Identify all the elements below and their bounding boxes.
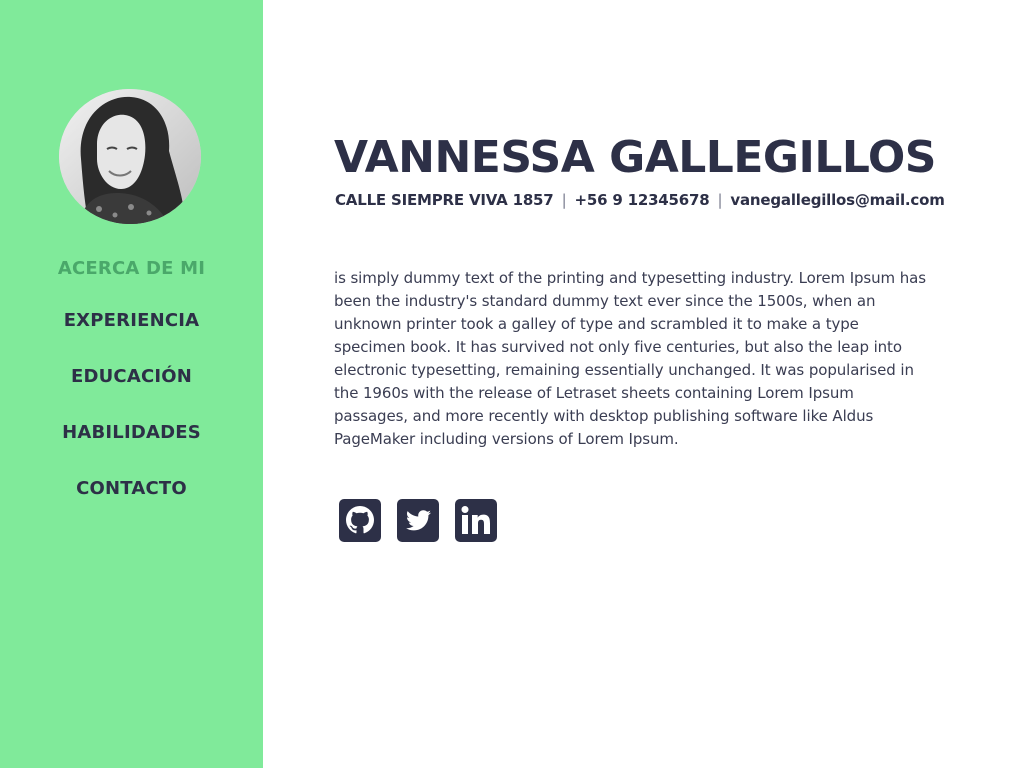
contact-line: CALLE SIEMPRE VIVA 1857 | +56 9 12345678…	[335, 190, 945, 210]
twitter-link[interactable]	[397, 499, 439, 542]
sidebar: ACERCA DE MI EXPERIENCIA EDUCACIÓN HABIL…	[0, 0, 263, 768]
separator: |	[717, 191, 723, 209]
address: CALLE SIEMPRE VIVA 1857	[335, 191, 554, 209]
resume-page: ACERCA DE MI EXPERIENCIA EDUCACIÓN HABIL…	[0, 0, 1024, 768]
email: vanegallegillos@mail.com	[730, 191, 945, 209]
nav-item-experiencia[interactable]: EXPERIENCIA	[0, 307, 263, 363]
phone: +56 9 12345678	[574, 191, 710, 209]
nav-item-educacion[interactable]: EDUCACIÓN	[0, 363, 263, 419]
twitter-icon	[397, 499, 439, 542]
nav-item-acerca-de-mi[interactable]: ACERCA DE MI	[0, 255, 263, 307]
avatar	[59, 89, 201, 224]
github-icon	[339, 499, 381, 542]
page-title: VANNESSA GALLEGILLOS	[334, 132, 936, 183]
about-text: is simply dummy text of the printing and…	[334, 269, 926, 448]
nav-item-habilidades[interactable]: HABILIDADES	[0, 419, 263, 475]
profile-photo	[59, 89, 201, 224]
separator: |	[561, 191, 567, 209]
linkedin-link[interactable]	[455, 499, 497, 542]
social-links	[339, 499, 497, 542]
linkedin-icon	[455, 499, 497, 542]
github-link[interactable]	[339, 499, 381, 542]
nav-item-contacto[interactable]: CONTACTO	[0, 475, 263, 531]
main-nav: ACERCA DE MI EXPERIENCIA EDUCACIÓN HABIL…	[0, 255, 263, 531]
